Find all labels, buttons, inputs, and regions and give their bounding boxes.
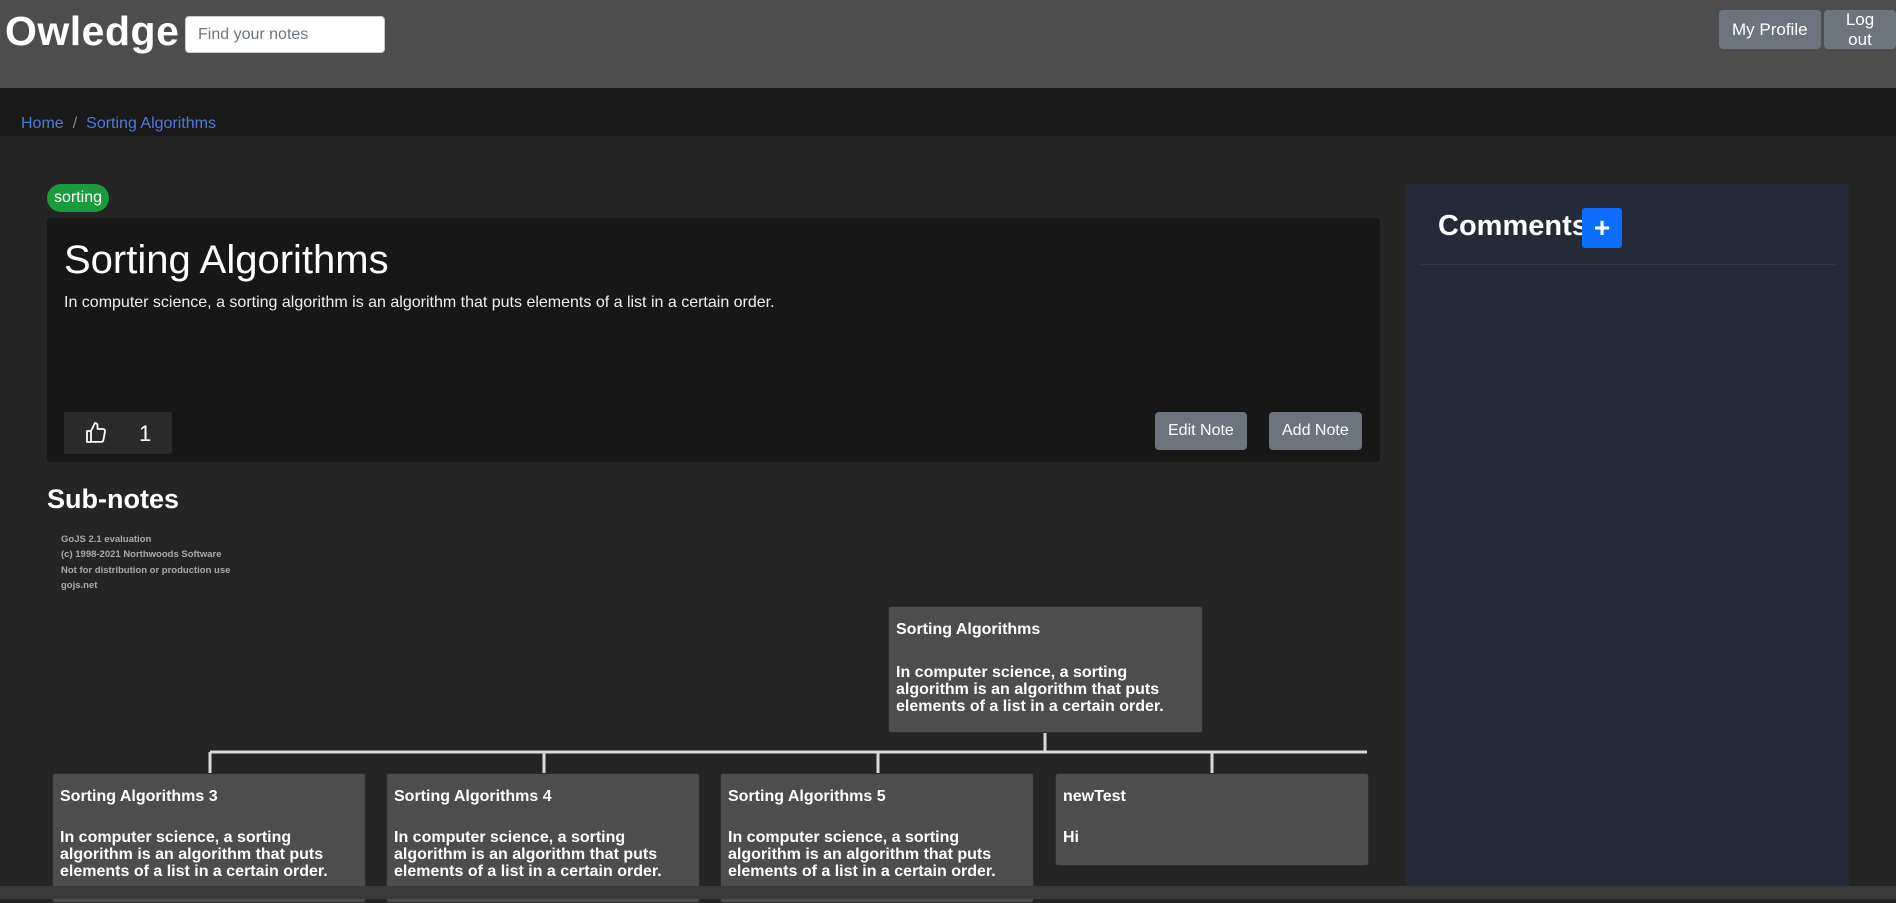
- node-body: In computer science, a sorting algorithm…: [60, 829, 328, 880]
- node-title: Sorting Algorithms 5: [728, 788, 886, 805]
- comments-divider: [1421, 264, 1835, 265]
- note-tag-badge[interactable]: sorting: [47, 184, 110, 212]
- node-title: Sorting Algorithms 3: [60, 788, 218, 805]
- child-node[interactable]: newTest Hi: [1055, 773, 1369, 866]
- edit-note-button[interactable]: Edit Note: [1155, 412, 1247, 450]
- comments-panel: Comments +: [1405, 184, 1849, 899]
- navbar: Owledge My Profile Log out: [0, 0, 1896, 88]
- add-note-button[interactable]: Add Note: [1269, 412, 1362, 450]
- watermark-line: (c) 1998-2021 Northwoods Software: [61, 549, 222, 561]
- node-title: Sorting Algorithms: [896, 621, 1041, 638]
- node-body: In computer science, a sorting algorithm…: [394, 829, 662, 880]
- node-body: Hi: [1063, 829, 1079, 846]
- node-title: Sorting Algorithms 4: [394, 788, 552, 805]
- breadcrumb-separator: /: [72, 115, 78, 132]
- comments-heading: Comments: [1438, 210, 1588, 242]
- node-body: In computer science, a sorting algorithm…: [896, 664, 1164, 715]
- horizontal-scrollbar[interactable]: [0, 886, 1896, 899]
- node-body: In computer science, a sorting algorithm…: [728, 829, 996, 880]
- logout-button[interactable]: Log out: [1824, 10, 1896, 49]
- like-count: 1: [139, 421, 152, 446]
- child-node[interactable]: Sorting Algorithms 3 In computer science…: [52, 773, 366, 903]
- brand-logo[interactable]: Owledge: [5, 8, 179, 55]
- breadcrumb-current-link[interactable]: Sorting Algorithms: [86, 115, 216, 132]
- subnotes-heading: Sub-notes: [47, 484, 179, 514]
- like-button[interactable]: 1: [64, 412, 172, 454]
- search-input[interactable]: [185, 16, 385, 53]
- my-profile-button[interactable]: My Profile: [1719, 10, 1821, 49]
- breadcrumb-home-link[interactable]: Home: [21, 115, 64, 132]
- root-node[interactable]: Sorting Algorithms In computer science, …: [888, 606, 1203, 733]
- child-node[interactable]: Sorting Algorithms 4 In computer science…: [386, 773, 700, 903]
- node-title: newTest: [1063, 788, 1126, 805]
- watermark-line: GoJS 2.1 evaluation: [61, 534, 152, 545]
- add-comment-button[interactable]: +: [1582, 208, 1622, 248]
- breadcrumb: Home / Sorting Algorithms: [21, 115, 216, 133]
- thumbs-up-icon: [86, 422, 106, 443]
- watermark-line: Not for distribution or production use: [61, 564, 231, 576]
- note-card: Sorting Algorithms In computer science, …: [47, 218, 1380, 462]
- gojs-watermark: GoJS 2.1 evaluation (c) 1998-2021 Northw…: [61, 532, 230, 593]
- breadcrumb-bar: [0, 88, 1896, 136]
- watermark-line: gojs.net: [61, 579, 98, 591]
- note-title: Sorting Algorithms: [64, 238, 389, 282]
- subnotes-diagram[interactable]: Sorting Algorithms In computer science, …: [45, 530, 1375, 903]
- note-body: In computer science, a sorting algorithm…: [64, 294, 775, 311]
- child-node[interactable]: Sorting Algorithms 5 In computer science…: [720, 773, 1034, 903]
